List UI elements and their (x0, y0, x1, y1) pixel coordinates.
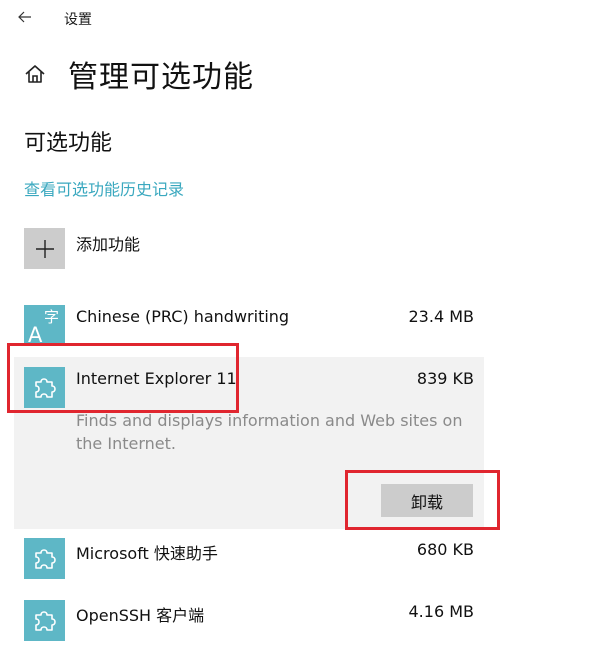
feature-item-chinese-handwriting[interactable]: 字 A Chinese (PRC) handwriting 23.4 MB (24, 305, 474, 346)
home-icon[interactable] (24, 63, 46, 85)
add-feature-label: 添加功能 (76, 235, 141, 254)
feature-size: 4.16 MB (408, 602, 475, 621)
add-feature-button[interactable]: 添加功能 (24, 228, 140, 269)
page-title: 管理可选功能 (68, 60, 254, 95)
puzzle-icon (24, 600, 65, 641)
feature-item-internet-explorer[interactable]: Internet Explorer 11 839 KB (24, 367, 474, 408)
feature-history-link[interactable]: 查看可选功能历史记录 (24, 176, 184, 200)
feature-name: Microsoft 快速助手 (76, 544, 218, 563)
plus-icon (24, 228, 65, 269)
feature-size: 680 KB (416, 540, 474, 559)
feature-item-openssh-client[interactable]: OpenSSH 客户端 4.16 MB (24, 600, 474, 641)
puzzle-icon (24, 367, 65, 408)
feature-description: Finds and displays information and Web s… (76, 411, 463, 453)
feature-item-quick-assist[interactable]: Microsoft 快速助手 680 KB (24, 538, 474, 579)
back-arrow-icon[interactable] (14, 6, 36, 28)
puzzle-icon (24, 538, 65, 579)
feature-name: Internet Explorer 11 (76, 369, 237, 388)
feature-size: 839 KB (416, 369, 474, 388)
section-title: 可选功能 (24, 131, 113, 156)
feature-name: OpenSSH 客户端 (76, 606, 205, 625)
svg-text:A: A (28, 323, 43, 346)
language-icon: 字 A (24, 305, 65, 346)
app-title: 设置 (64, 12, 92, 28)
feature-name: Chinese (PRC) handwriting (76, 307, 290, 326)
uninstall-button[interactable]: 卸载 (381, 484, 473, 517)
svg-text:字: 字 (44, 308, 59, 326)
feature-size: 23.4 MB (408, 307, 475, 326)
